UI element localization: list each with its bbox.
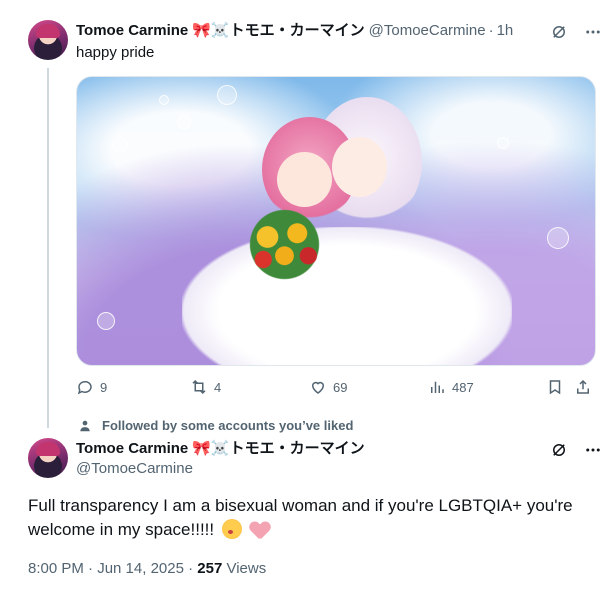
like-icon [311,381,325,394]
repost-count: 4 [214,379,222,395]
social-context-text[interactable]: Followed by some accounts you’ve liked [102,418,353,433]
bubble-decoration [217,85,237,105]
like-count: 69 [333,379,348,395]
pink-heart-emoji [250,521,270,539]
wedding-dress [182,227,512,365]
reply-count: 9 [100,379,108,395]
name-emoji: 🎀☠️ [192,440,230,457]
thread-connector-line [47,68,49,428]
bubble-decoration [547,227,569,249]
author-handle[interactable]: @TomoeCarmine [76,459,193,479]
author-display-name[interactable]: Tomoe Carmine [76,21,188,41]
kissing-face-emoji [221,519,242,539]
share-icon [577,379,589,394]
views-label: Views [222,560,267,577]
repost-button[interactable]: 4 [190,378,221,396]
reply-icon [77,380,92,395]
grok-icon[interactable] [549,22,569,42]
bubble-decoration [177,115,191,129]
anime-wedding-illustration[interactable] [76,76,596,366]
tweet-top-actions [549,22,603,42]
reply-button[interactable]: 9 [76,378,107,396]
bubble-decoration [159,95,169,105]
views-button[interactable]: 487 [428,378,474,396]
bubble-decoration [497,137,509,149]
time-ago[interactable]: 1h [497,21,514,41]
bubble-decoration [112,137,128,153]
share-button[interactable] [574,378,592,396]
tweet-text: happy pride [76,44,155,61]
tweet-action-bar: 9 4 69 487 [76,378,596,400]
bubble-decoration [97,312,115,330]
handle-row: @TomoeCarmine [76,459,193,479]
author-display-name-japanese[interactable]: トモエ・カーマイン [230,21,365,41]
more-icon[interactable] [583,440,603,460]
social-context: Followed by some accounts you’ve liked [78,418,353,433]
bookmark-button[interactable] [546,378,564,396]
author-display-name-japanese[interactable]: トモエ・カーマイン [230,439,365,459]
tweet-header: Tomoe Carmine 🎀☠️ トモエ・カーマイン [76,439,365,459]
bride-face [332,137,387,197]
views-count-main: 257 [197,560,223,577]
flower-bouquet [242,207,327,282]
repost-icon [192,379,206,395]
tweet-header: Tomoe Carmine 🎀☠️ トモエ・カーマイン @TomoeCarmin… [76,21,513,41]
grok-icon[interactable] [549,440,569,460]
bride-face [277,152,332,207]
tweet-timestamp[interactable]: 8:00 PM · Jun 14, 2025 · [28,560,197,577]
tweet-meta: 8:00 PM · Jun 14, 2025 · 257 Views [28,560,266,577]
bookmark-icon [549,380,561,395]
author-handle[interactable]: @TomoeCarmine [369,21,486,41]
separator: · [488,22,494,39]
person-icon [80,420,90,431]
author-display-name[interactable]: Tomoe Carmine [76,439,188,459]
views-count: 487 [452,379,474,395]
views-icon [431,381,444,393]
author-avatar[interactable] [28,438,68,478]
main-tweet-text: Full transparency I am a bisexual woman … [28,494,598,542]
like-button[interactable]: 69 [309,378,347,396]
more-icon[interactable] [583,22,603,42]
name-emoji: 🎀☠️ [192,22,230,39]
tweet-top-actions [549,440,603,460]
author-avatar[interactable] [28,20,68,60]
main-tweet-body: Full transparency I am a bisexual woman … [28,496,573,539]
